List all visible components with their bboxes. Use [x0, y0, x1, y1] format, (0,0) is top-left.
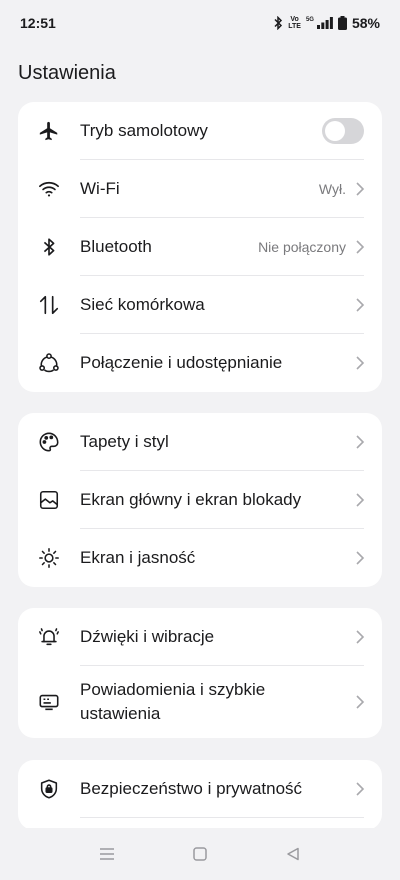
- mobile-data-icon: [38, 294, 60, 316]
- settings-item-bluetooth[interactable]: Bluetooth Nie połączony: [18, 218, 382, 276]
- chevron-right-icon: [356, 493, 365, 507]
- settings-item-label: Tapety i styl: [80, 432, 169, 451]
- chevron-right-icon: [356, 782, 365, 796]
- chevron-right-icon: [356, 240, 365, 254]
- bluetooth-icon: [38, 236, 60, 258]
- settings-item-security-privacy[interactable]: Bezpieczeństwo i prywatność: [18, 760, 382, 818]
- connection-sharing-icon: [38, 352, 60, 374]
- settings-item-notifications-quick-settings[interactable]: Powiadomienia i szybkie ustawienia: [18, 666, 382, 738]
- chevron-right-icon: [356, 356, 365, 370]
- volte-indicator: Vo LTE: [288, 16, 301, 30]
- home-screen-icon: [38, 489, 60, 511]
- settings-item-label: Dźwięki i wibracje: [80, 627, 215, 646]
- settings-item-sounds-vibration[interactable]: Dźwięki i wibracje: [18, 608, 382, 666]
- settings-group-sound-notifications: Dźwięki i wibracje Powiadomienia i szybk…: [18, 608, 382, 738]
- system-navigation-bar: [0, 828, 400, 880]
- shield-lock-icon: [38, 778, 60, 800]
- notification-panel-icon: [38, 691, 60, 713]
- settings-item-mobile-network[interactable]: Sieć komórkowa: [18, 276, 382, 334]
- brightness-icon: [38, 547, 60, 569]
- wifi-status-value: Wył.: [318, 181, 346, 197]
- settings-item-label: Sieć komórkowa: [80, 295, 205, 314]
- airplane-mode-toggle[interactable]: [322, 118, 364, 144]
- menu-button[interactable]: [99, 847, 115, 861]
- chevron-right-icon: [356, 435, 365, 449]
- settings-item-display-brightness[interactable]: Ekran i jasność: [18, 529, 382, 587]
- status-bar: 12:51 Vo LTE 5G 58%: [0, 0, 400, 46]
- settings-item-label: Wi-Fi: [80, 179, 120, 198]
- settings-item-airplane-mode[interactable]: Tryb samolotowy: [18, 102, 382, 160]
- settings-item-label: Ekran i jasność: [80, 548, 196, 567]
- settings-item-wifi[interactable]: Wi-Fi Wył.: [18, 160, 382, 218]
- settings-group-security: Bezpieczeństwo i prywatność: [18, 760, 382, 830]
- status-icons: Vo LTE 5G 58%: [273, 15, 380, 31]
- airplane-icon: [38, 120, 60, 142]
- battery-icon: [337, 16, 347, 30]
- home-button[interactable]: [192, 846, 208, 862]
- status-time: 12:51: [20, 15, 56, 31]
- bell-vibrate-icon: [38, 626, 60, 648]
- chevron-right-icon: [356, 630, 365, 644]
- bluetooth-status-value: Nie połączony: [258, 239, 346, 255]
- settings-item-label: Bezpieczeństwo i prywatność: [80, 779, 303, 798]
- settings-group-display: Tapety i styl Ekran główny i ekran bloka…: [18, 413, 382, 587]
- chevron-right-icon: [356, 182, 365, 196]
- signal-icon: [316, 17, 333, 29]
- chevron-right-icon: [356, 551, 365, 565]
- settings-item-label: Tryb samolotowy: [80, 121, 208, 140]
- settings-group-connectivity: Tryb samolotowy Wi-Fi Wył. Bluetooth Nie…: [18, 102, 382, 392]
- settings-item-label: Powiadomienia i szybkie ustawienia: [80, 680, 266, 723]
- back-button[interactable]: [285, 846, 301, 862]
- palette-icon: [38, 431, 60, 453]
- chevron-right-icon: [356, 695, 365, 709]
- page-title: Ustawienia: [18, 62, 116, 84]
- settings-item-label: Połączenie i udostępnianie: [80, 353, 283, 372]
- settings-item-label: Ekran główny i ekran blokady: [80, 490, 302, 509]
- settings-item-connection-sharing[interactable]: Połączenie i udostępnianie: [18, 334, 382, 392]
- battery-percent: 58%: [351, 15, 380, 31]
- network-type-label: 5G: [305, 17, 314, 23]
- settings-item-wallpapers-style[interactable]: Tapety i styl: [18, 413, 382, 471]
- wifi-icon: [38, 178, 60, 200]
- chevron-right-icon: [356, 298, 365, 312]
- settings-item-home-lock-screen[interactable]: Ekran główny i ekran blokady: [18, 471, 382, 529]
- bluetooth-status-icon: [273, 16, 283, 30]
